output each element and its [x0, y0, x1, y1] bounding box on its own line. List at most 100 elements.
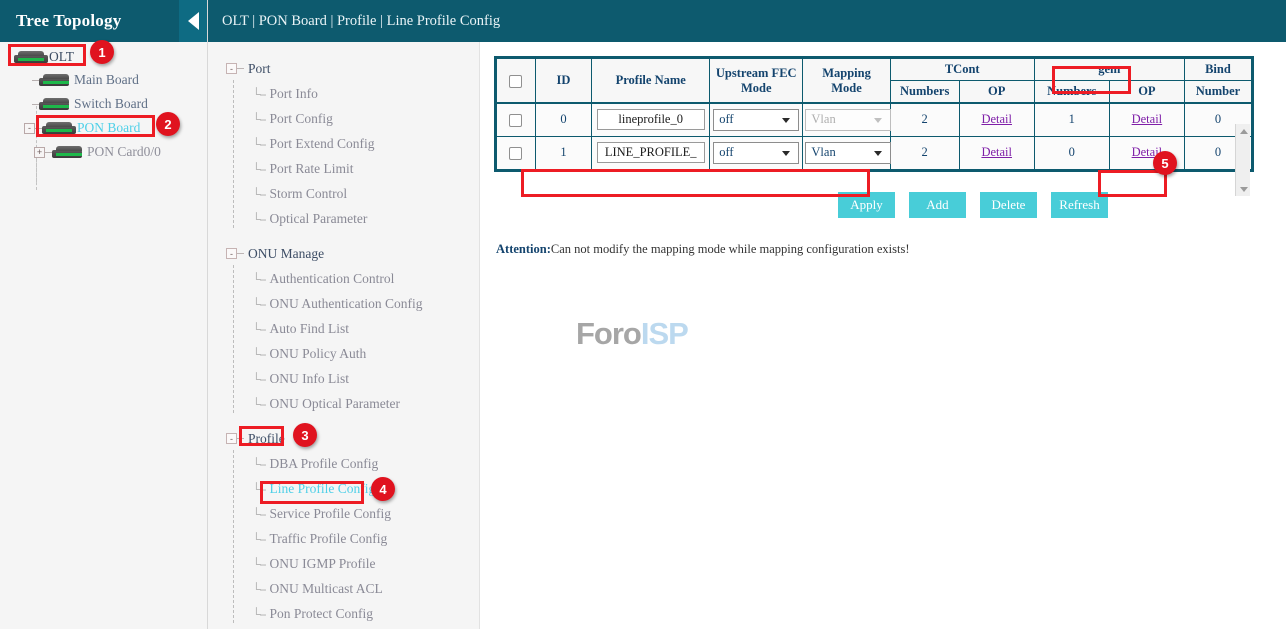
table-vertical-scrollbar[interactable] — [1235, 124, 1250, 196]
header-gem-numbers: Numbers — [1034, 81, 1109, 104]
tree-node-switch-board[interactable]: Switch Board — [0, 92, 207, 116]
triangle-left-icon — [188, 12, 199, 30]
menu-expand-toggle[interactable]: - — [226, 63, 237, 74]
tree-branch-dash — [32, 104, 39, 105]
header-tcont: TCont — [890, 59, 1034, 81]
tree-topology-panel: Tree Topology OLT Main Bo — [0, 0, 208, 629]
menu-item-onu-igmp-profile[interactable]: └-- ONU IGMP Profile — [208, 551, 479, 576]
menu-item-onu-authentication-config[interactable]: └-- ONU Authentication Config — [208, 291, 479, 316]
cell-mapping-mode: Vlan — [803, 136, 890, 169]
mapping-mode-value: Vlan — [811, 145, 835, 160]
upstream-fec-value: off — [719, 112, 733, 127]
menu-item-dba-profile-config[interactable]: └-- DBA Profile Config — [208, 451, 479, 476]
tree-topology-title: Tree Topology — [0, 11, 121, 31]
row-checkbox[interactable] — [509, 147, 522, 160]
menu-item-onu-policy-auth[interactable]: └-- ONU Policy Auth — [208, 341, 479, 366]
table-row[interactable]: 0 off — [497, 103, 1252, 136]
menu-group-onu-manage: - ONU Manage └-- Authentication Control … — [208, 241, 479, 416]
badge-3: 3 — [293, 423, 317, 447]
cell-profile-name — [592, 103, 710, 136]
menu-item-line-profile-config[interactable]: └-- Line Profile Config — [208, 476, 479, 501]
tree-node-label: OLT — [49, 49, 74, 65]
menu-expand-toggle[interactable]: - — [226, 248, 237, 259]
menu-item-label: Port Extend Config — [270, 136, 375, 152]
tree-node-main-board[interactable]: Main Board — [0, 68, 207, 92]
profile-name-input[interactable] — [597, 142, 705, 163]
menu-item-traffic-profile-config[interactable]: └-- Traffic Profile Config — [208, 526, 479, 551]
upstream-fec-select[interactable]: off — [713, 109, 799, 131]
attention-note: Attention:Can not modify the mapping mod… — [494, 242, 1272, 257]
tree-branch-dash — [45, 152, 52, 153]
menu-branch-icon: └-- — [252, 212, 266, 226]
mapping-mode-select: Vlan — [805, 109, 891, 131]
table-row[interactable]: 1 off — [497, 136, 1252, 169]
menu-item-label: Authentication Control — [270, 271, 395, 287]
cell-profile-name — [592, 136, 710, 169]
menu-group-title: Profile — [248, 431, 285, 447]
cell-id: 1 — [535, 136, 592, 169]
device-icon — [39, 74, 73, 86]
device-icon — [42, 122, 76, 134]
tree-expand-toggle[interactable]: + — [34, 147, 45, 158]
breadcrumb: OLT | PON Board | Profile | Line Profile… — [222, 13, 500, 30]
tree-node-pon-card[interactable]: + PON Card0/0 — [0, 140, 207, 164]
menu-item-label: ONU Info List — [270, 371, 350, 387]
tree-node-label: PON Board — [77, 120, 140, 136]
menu-branch-icon: └-- — [252, 582, 266, 596]
collapse-sidebar-button[interactable] — [179, 0, 207, 42]
scrollbar-track[interactable] — [1236, 138, 1250, 182]
menu-item-optical-parameter[interactable]: └-- Optical Parameter — [208, 206, 479, 231]
menu-group-header-onu-manage[interactable]: - ONU Manage — [208, 241, 479, 266]
scroll-up-button[interactable] — [1236, 124, 1251, 138]
refresh-button[interactable]: Refresh — [1051, 192, 1108, 218]
app-window: Tree Topology OLT Main Bo — [0, 0, 1286, 629]
menu-item-storm-control[interactable]: └-- Storm Control — [208, 181, 479, 206]
row-select-cell — [497, 103, 536, 136]
cell-gem-op: Detail — [1109, 103, 1184, 136]
tree-expand-toggle[interactable]: - — [24, 123, 35, 134]
triangle-up-icon — [1240, 129, 1248, 134]
menu-branch-icon: └-- — [252, 347, 266, 361]
select-all-header — [497, 59, 536, 104]
menu-group-header-port[interactable]: - Port — [208, 56, 479, 81]
scroll-down-button[interactable] — [1236, 182, 1251, 196]
apply-button[interactable]: Apply — [838, 192, 895, 218]
add-button[interactable]: Add — [909, 192, 966, 218]
menu-item-pon-protect-config[interactable]: └-- Pon Protect Config — [208, 601, 479, 626]
menu-item-onu-info-list[interactable]: └-- ONU Info List — [208, 366, 479, 391]
menu-item-port-info[interactable]: └-- Port Info — [208, 81, 479, 106]
gem-detail-link[interactable]: Detail — [1132, 112, 1163, 126]
menu-item-onu-multicast-acl[interactable]: └-- ONU Multicast ACL — [208, 576, 479, 601]
select-all-checkbox[interactable] — [509, 75, 522, 88]
content-area: - Port └-- Port Info └-- Port Config └-- — [208, 42, 1286, 629]
menu-item-authentication-control[interactable]: └-- Authentication Control — [208, 266, 479, 291]
profile-name-input[interactable] — [597, 109, 705, 130]
mapping-mode-select[interactable]: Vlan — [805, 142, 891, 164]
menu-item-port-config[interactable]: └-- Port Config — [208, 106, 479, 131]
menu-branch-icon: └-- — [252, 457, 266, 471]
tcont-detail-link[interactable]: Detail — [981, 112, 1012, 126]
upstream-fec-select[interactable]: off — [713, 142, 799, 164]
menu-item-label: Traffic Profile Config — [270, 531, 388, 547]
main-area: OLT | PON Board | Profile | Line Profile… — [208, 0, 1286, 629]
menu-item-service-profile-config[interactable]: └-- Service Profile Config — [208, 501, 479, 526]
menu-item-port-extend-config[interactable]: └-- Port Extend Config — [208, 131, 479, 156]
menu-item-label: Line Profile Config — [270, 481, 376, 497]
menu-expand-toggle[interactable]: - — [226, 433, 237, 444]
chevron-down-icon — [782, 151, 790, 156]
menu-branch-icon: └-- — [252, 507, 266, 521]
menu-item-label: Service Profile Config — [270, 506, 391, 522]
menu-item-auto-find-list[interactable]: └-- Auto Find List — [208, 316, 479, 341]
delete-button[interactable]: Delete — [980, 192, 1037, 218]
cell-gem-numbers: 0 — [1034, 136, 1109, 169]
tcont-detail-link[interactable]: Detail — [981, 145, 1012, 159]
menu-item-onu-optical-parameter[interactable]: └-- ONU Optical Parameter — [208, 391, 479, 416]
menu-group-header-profile[interactable]: - Profile — [208, 426, 479, 451]
line-profile-table-area: ID Profile Name Upstream FEC Mode Mappin… — [480, 42, 1286, 629]
table-header-row-top: ID Profile Name Upstream FEC Mode Mappin… — [497, 59, 1252, 81]
cell-upstream-fec: off — [710, 136, 803, 169]
menu-item-port-rate-limit[interactable]: └-- Port Rate Limit — [208, 156, 479, 181]
menu-item-label: Optical Parameter — [270, 211, 368, 227]
row-checkbox[interactable] — [509, 114, 522, 127]
badge-1: 1 — [90, 40, 114, 64]
